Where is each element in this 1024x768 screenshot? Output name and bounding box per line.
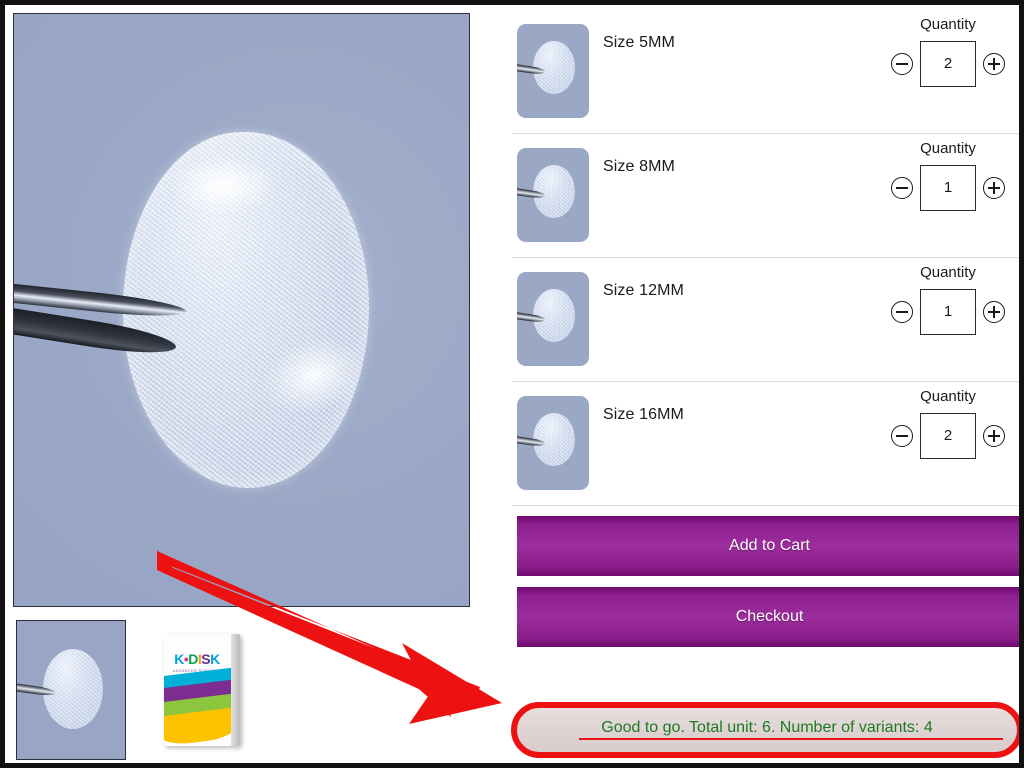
quantity-label-2: Quantity bbox=[920, 264, 976, 281]
variant-row: Size 12MM Quantity 1 bbox=[512, 258, 1019, 382]
increment-button-3[interactable] bbox=[983, 425, 1005, 447]
quantity-stepper-2: 1 bbox=[883, 289, 1013, 335]
increment-button-0[interactable] bbox=[983, 53, 1005, 75]
quantity-block-2: Quantity 1 bbox=[883, 264, 1013, 335]
decrement-button-2[interactable] bbox=[891, 301, 913, 323]
product-box-art: K•DISK ADVANCED SURGICAL TECHNOLOGY bbox=[164, 634, 240, 746]
variant-label-2: Size 12MM bbox=[603, 282, 684, 299]
logo-letter-s: S bbox=[201, 651, 211, 667]
gallery-thumbnail-strip: K•DISK ADVANCED SURGICAL TECHNOLOGY bbox=[16, 620, 466, 763]
quantity-stepper-0: 2 bbox=[883, 41, 1013, 87]
variant-label-3: Size 16MM bbox=[603, 406, 684, 423]
quantity-input-0[interactable]: 2 bbox=[920, 41, 976, 87]
status-banner: Good to go. Total unit: 6. Number of var… bbox=[511, 702, 1019, 758]
logo-letter-d: D bbox=[188, 651, 198, 667]
variant-selection-panel: Size 5MM Quantity 2 Size 8MM Quantity 1 … bbox=[507, 10, 1019, 763]
variant-label-0: Size 5MM bbox=[603, 34, 675, 51]
variant-row: Size 16MM Quantity 2 bbox=[512, 382, 1019, 506]
variant-row: Size 8MM Quantity 1 bbox=[512, 134, 1019, 258]
hero-product-image[interactable] bbox=[13, 13, 470, 607]
quantity-label-1: Quantity bbox=[920, 140, 976, 157]
increment-button-1[interactable] bbox=[983, 177, 1005, 199]
variant-label-1: Size 8MM bbox=[603, 158, 675, 175]
product-gallery: K•DISK ADVANCED SURGICAL TECHNOLOGY bbox=[10, 10, 472, 763]
increment-button-2[interactable] bbox=[983, 301, 1005, 323]
thumbnail-disk-graphic bbox=[42, 648, 104, 729]
gallery-thumbnail-0[interactable] bbox=[16, 620, 126, 760]
quantity-block-3: Quantity 2 bbox=[883, 388, 1013, 459]
variant-thumbnail-0[interactable] bbox=[517, 24, 589, 118]
decrement-button-3[interactable] bbox=[891, 425, 913, 447]
disk-highlight-upper bbox=[168, 156, 278, 216]
quantity-input-3[interactable]: 2 bbox=[920, 413, 976, 459]
variant-thumbnail-2[interactable] bbox=[517, 272, 589, 366]
variant-thumbnail-3[interactable] bbox=[517, 396, 589, 490]
decrement-button-1[interactable] bbox=[891, 177, 913, 199]
quantity-block-1: Quantity 1 bbox=[883, 140, 1013, 211]
quantity-block-0: Quantity 2 bbox=[883, 16, 1013, 87]
gallery-thumbnail-1[interactable]: K•DISK ADVANCED SURGICAL TECHNOLOGY bbox=[156, 620, 251, 760]
variant-row: Size 5MM Quantity 2 bbox=[512, 10, 1019, 134]
logo-letter-k2: K bbox=[210, 651, 220, 667]
status-banner-wrapper: Good to go. Total unit: 6. Number of var… bbox=[511, 702, 1019, 758]
logo-letter-k1: K bbox=[174, 651, 184, 667]
quantity-stepper-3: 2 bbox=[883, 413, 1013, 459]
quantity-stepper-1: 1 bbox=[883, 165, 1013, 211]
box-spine bbox=[231, 634, 240, 746]
checkout-button[interactable]: Checkout bbox=[517, 587, 1019, 647]
add-to-cart-button[interactable]: Add to Cart bbox=[517, 516, 1019, 576]
kdisk-logo: K•DISK bbox=[164, 652, 230, 666]
quantity-input-1[interactable]: 1 bbox=[920, 165, 976, 211]
decrement-button-0[interactable] bbox=[891, 53, 913, 75]
quantity-label-3: Quantity bbox=[920, 388, 976, 405]
variant-thumbnail-1[interactable] bbox=[517, 148, 589, 242]
action-buttons: Add to Cart Checkout bbox=[512, 516, 1019, 647]
quantity-input-2[interactable]: 1 bbox=[920, 289, 976, 335]
status-message: Good to go. Total unit: 6. Number of var… bbox=[601, 719, 933, 736]
quantity-label-0: Quantity bbox=[920, 16, 976, 33]
app-window: K•DISK ADVANCED SURGICAL TECHNOLOGY Size… bbox=[0, 0, 1024, 768]
